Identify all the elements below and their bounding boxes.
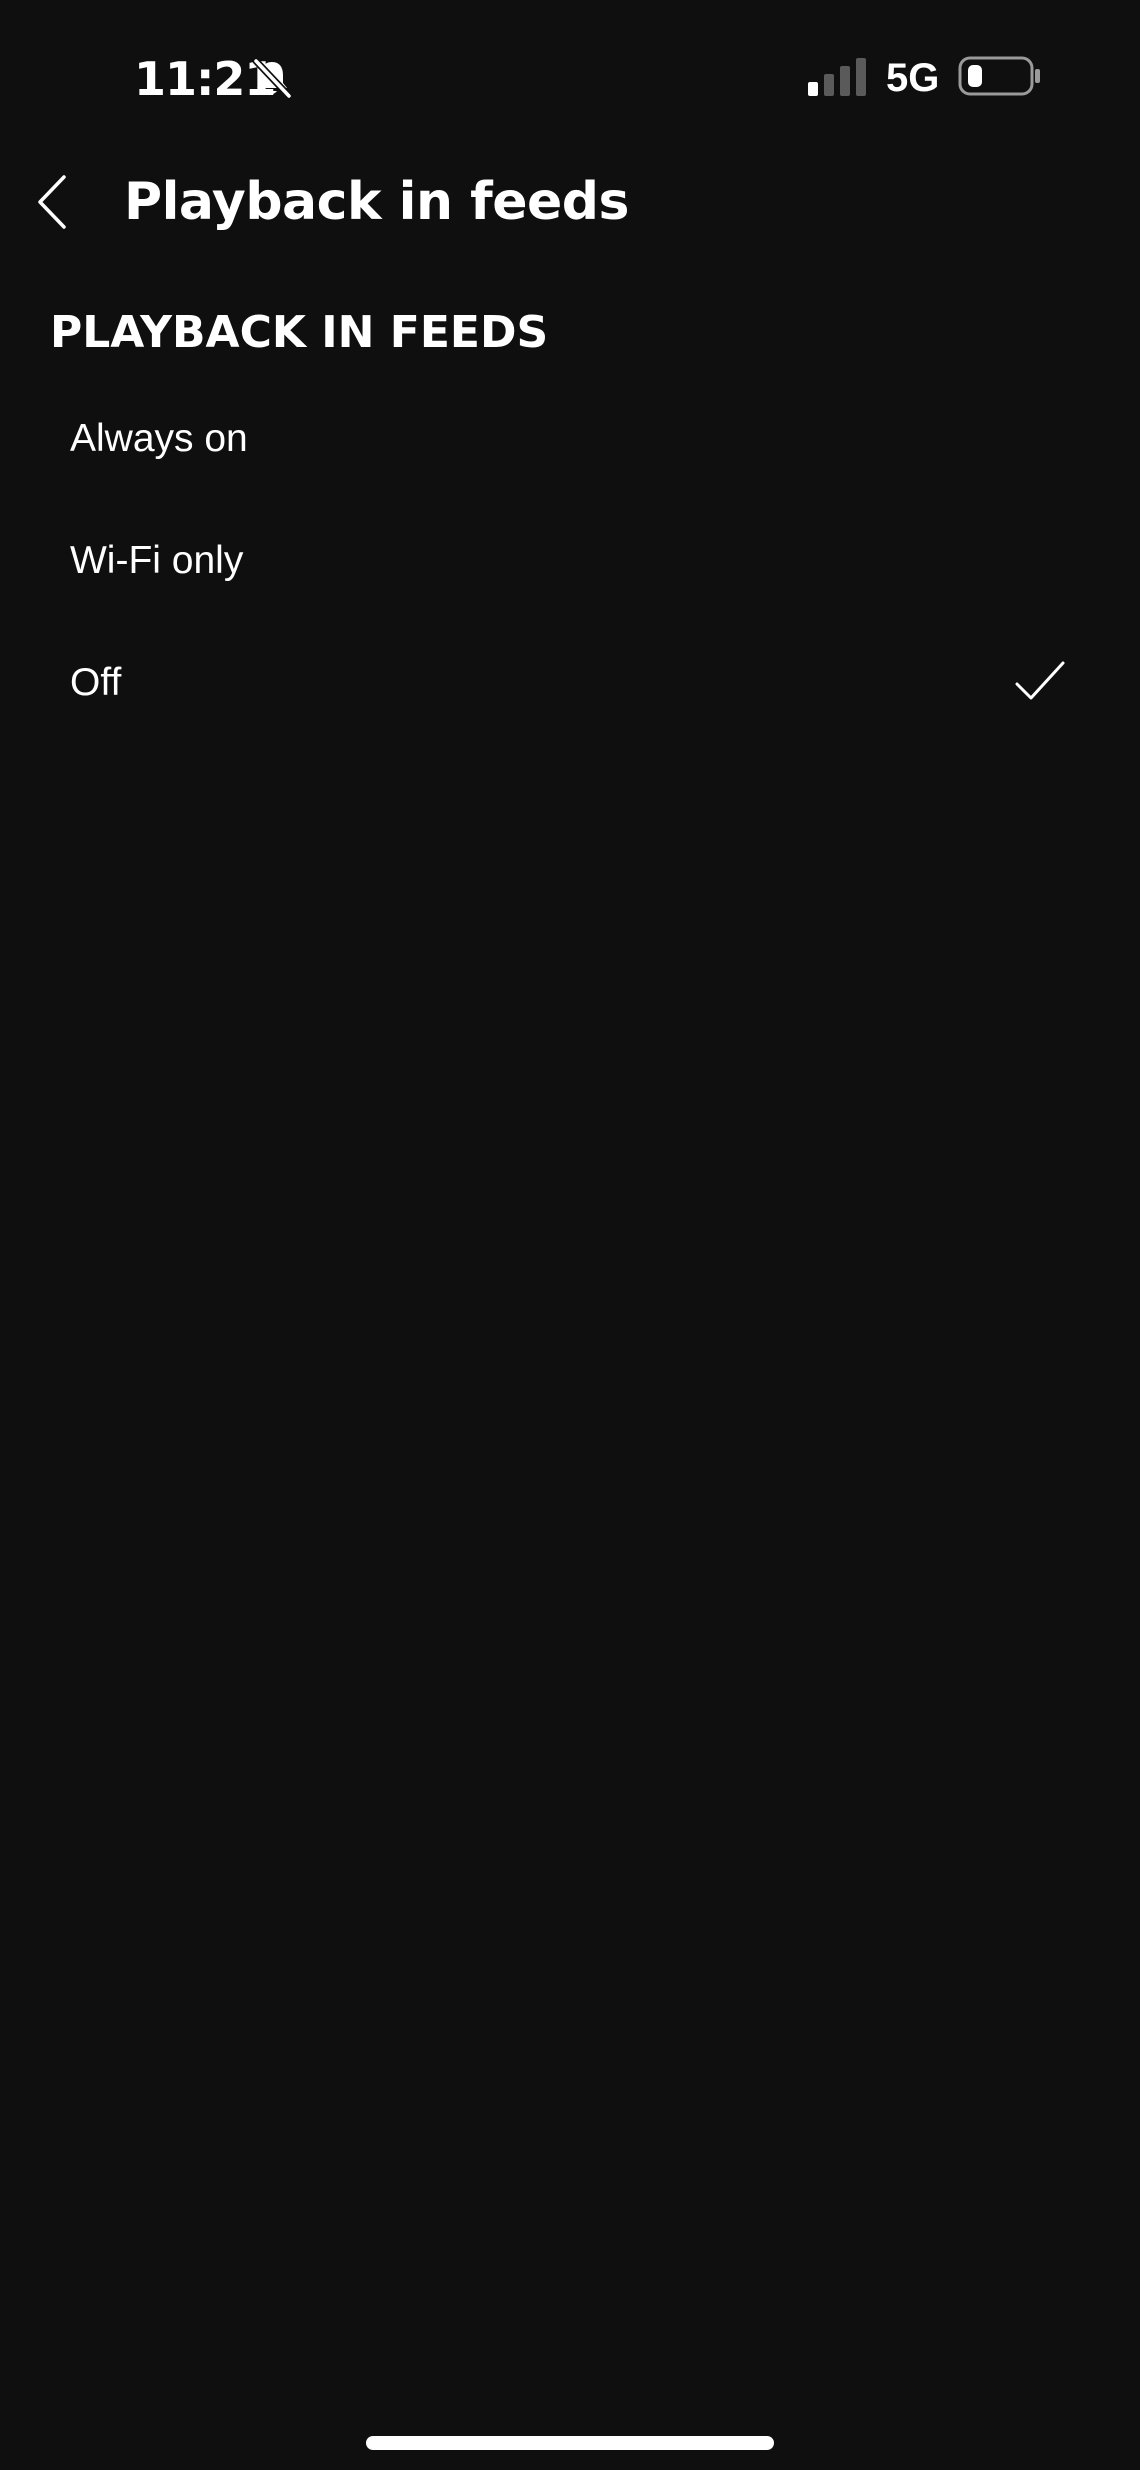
network-label: 5G	[886, 56, 940, 100]
playback-options-list: Always on Wi-Fi only Off	[0, 378, 1140, 744]
option-wifi-only[interactable]: Wi-Fi only	[0, 500, 1140, 622]
option-label: Always on	[70, 417, 248, 460]
home-indicator[interactable]	[366, 2436, 774, 2450]
checkmark-icon	[1015, 661, 1065, 700]
battery-icon	[958, 56, 1040, 96]
option-always-on[interactable]: Always on	[0, 378, 1140, 500]
back-button[interactable]	[30, 172, 74, 232]
signal-icon	[808, 58, 866, 96]
page-title: Playback in feeds	[124, 172, 629, 232]
status-bar: 11:21 5G	[0, 0, 1140, 150]
header: Playback in feeds	[0, 160, 1140, 244]
option-label: Off	[70, 661, 122, 704]
bell-slash-icon	[252, 57, 293, 100]
option-off[interactable]: Off	[0, 622, 1140, 744]
option-label: Wi-Fi only	[70, 539, 244, 582]
section-title: PLAYBACK IN FEEDS	[50, 307, 549, 358]
chevron-left-icon	[38, 175, 66, 229]
